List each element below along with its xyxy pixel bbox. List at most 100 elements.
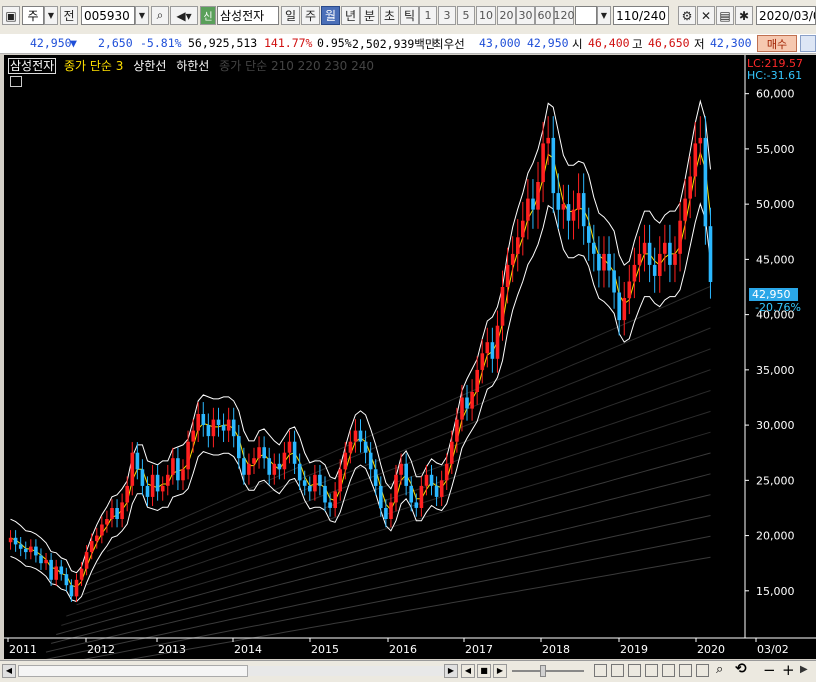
speaker-icon[interactable]: ◀▾	[170, 6, 198, 25]
num-10-button[interactable]: 10	[476, 6, 496, 25]
candle-body	[703, 137, 708, 227]
candle-body	[663, 242, 667, 254]
view-icon-3[interactable]	[628, 664, 641, 677]
num-120-button[interactable]: 120	[554, 6, 575, 25]
blank-select[interactable]	[575, 6, 597, 25]
scroll-right-icon[interactable]: ▶	[444, 664, 458, 678]
candle-body	[160, 485, 165, 492]
search-zoom-icon[interactable]: ⌕	[716, 662, 723, 677]
period-type-select[interactable]: 주	[22, 6, 44, 25]
view-icon-1[interactable]	[594, 664, 607, 677]
code-dropdown-icon[interactable]: ▼	[135, 6, 149, 25]
candle-body	[429, 474, 434, 486]
candle-body	[444, 463, 449, 481]
high-value: 46,650	[648, 36, 690, 50]
candle-body	[69, 585, 74, 597]
candle-body	[683, 198, 687, 221]
view-icon-7[interactable]	[696, 664, 709, 677]
candle-body	[181, 469, 185, 481]
down-arrow-icon: ▼	[70, 36, 77, 50]
num-3-button[interactable]: 3	[438, 6, 456, 25]
view-icon-6[interactable]	[679, 664, 692, 677]
candle-body	[176, 458, 180, 481]
scroll-left-icon[interactable]: ◀	[2, 664, 16, 678]
date-field[interactable]: 2020/03/02	[756, 6, 816, 25]
stop-icon[interactable]: ■	[477, 664, 491, 678]
count-field[interactable]: 110/240	[613, 6, 669, 25]
speed-slider-thumb[interactable]	[540, 665, 546, 677]
collapse-icon[interactable]: ▶	[800, 664, 808, 675]
num-5-button[interactable]: 5	[457, 6, 475, 25]
num-30-button[interactable]: 30	[516, 6, 535, 25]
stock-name-field[interactable]: 삼성전자	[217, 6, 279, 25]
buy-button[interactable]: 매수	[757, 35, 797, 52]
zoom-out-button[interactable]: −	[763, 661, 776, 679]
legend-stock[interactable]: 삼성전자	[8, 58, 57, 74]
candle-body	[328, 502, 332, 508]
candle-body	[8, 537, 13, 543]
grid-toggle-icon[interactable]	[10, 76, 22, 87]
view-icon-5[interactable]	[662, 664, 675, 677]
settings-icon[interactable]: ✱	[735, 6, 753, 25]
candle-body	[89, 541, 94, 553]
candle-body	[110, 508, 114, 519]
x-tick-label: 2015	[311, 643, 339, 656]
candle-body	[668, 242, 672, 265]
tab-second[interactable]: 초	[380, 6, 399, 25]
tab-week[interactable]: 주	[301, 6, 320, 25]
scroll-track[interactable]	[248, 666, 444, 676]
candle-body	[206, 425, 211, 437]
candle-body	[602, 253, 606, 271]
candle-body	[424, 474, 429, 486]
window-icon[interactable]: ▣	[2, 6, 20, 25]
tab-month[interactable]: 월	[321, 6, 340, 25]
num-60-button[interactable]: 60	[535, 6, 554, 25]
candle-body	[343, 452, 348, 470]
candle-body	[470, 392, 474, 409]
num-20-button[interactable]: 20	[497, 6, 516, 25]
period-type-dropdown-icon[interactable]: ▼	[44, 6, 58, 25]
candle-body	[693, 143, 698, 177]
candle-body	[216, 419, 221, 426]
view-icon-4[interactable]	[645, 664, 658, 677]
upper-band-line	[10, 99, 711, 574]
blank-dropdown-icon[interactable]: ▼	[597, 6, 611, 25]
reset-icon[interactable]: ⟲	[735, 661, 747, 677]
candle-body	[495, 325, 500, 359]
price-chart[interactable]: 60,000 55,000 50,000 45,000 40,000 35,000 30,0…	[4, 55, 816, 679]
chart-tool-icon[interactable]: ⚙	[678, 6, 696, 25]
tab-year[interactable]: 년	[341, 6, 360, 25]
search-icon[interactable]: ⌕	[151, 6, 169, 25]
next-icon[interactable]: ▶	[493, 664, 507, 678]
high-label: 고	[632, 37, 643, 51]
save-icon[interactable]: ▤	[716, 6, 734, 25]
tab-minute[interactable]: 분	[360, 6, 379, 25]
candle-body	[627, 281, 632, 299]
tab-tick[interactable]: 틱	[400, 6, 419, 25]
candle-body	[186, 441, 190, 470]
view-icon-2[interactable]	[611, 664, 624, 677]
x-tick-label: 2011	[9, 643, 37, 656]
tab-day[interactable]: 일	[281, 6, 300, 25]
candle-body	[561, 204, 566, 210]
candle-body	[84, 552, 89, 569]
low-label: 저	[694, 37, 705, 51]
prefix-button[interactable]: 전	[60, 6, 78, 25]
sell-button[interactable]	[800, 35, 816, 52]
y-tick-label: 30,000	[756, 419, 795, 432]
num-1-button[interactable]: 1	[419, 6, 437, 25]
prev-icon[interactable]: ◀	[461, 664, 475, 678]
candle-body	[74, 579, 79, 597]
scroll-thumb[interactable]	[18, 665, 248, 677]
candle-body	[612, 270, 616, 293]
code-input[interactable]: 005930	[81, 6, 135, 25]
crosshair-icon[interactable]: ✕	[697, 6, 715, 25]
candle-body	[135, 452, 140, 470]
candle-body	[252, 458, 256, 464]
long-ma-line	[91, 327, 711, 576]
candle-body	[556, 193, 561, 210]
zoom-in-button[interactable]: +	[782, 661, 795, 679]
long-ma-line	[40, 515, 711, 662]
candle-body	[79, 568, 84, 580]
speed-slider[interactable]	[512, 670, 584, 672]
